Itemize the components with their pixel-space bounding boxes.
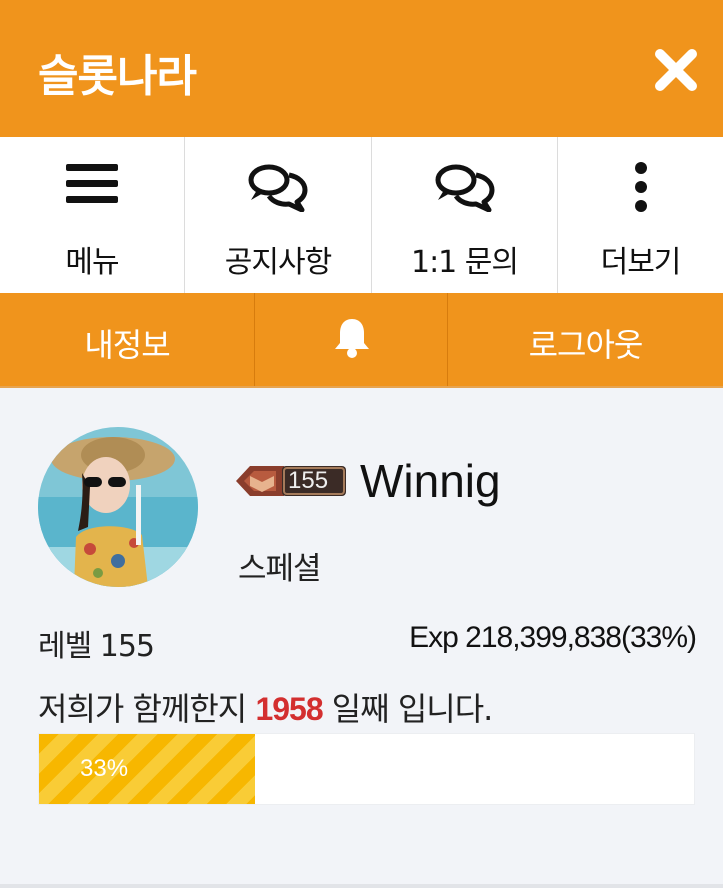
level-badge-number: 155 [288, 467, 329, 494]
divider [0, 884, 723, 888]
level-badge: 155 [236, 462, 348, 500]
bell-icon [333, 317, 371, 363]
app-header: 슬롯나라 [0, 0, 723, 137]
exp-progress-fill [39, 734, 256, 804]
days-prefix: 저희가 함께한지 [38, 690, 256, 728]
exp-text: Exp 218,399,838(33%) [409, 621, 697, 654]
account-action-bar: 내정보 로그아웃 [0, 293, 723, 386]
my-info-button[interactable]: 내정보 [0, 293, 255, 386]
avatar[interactable] [38, 427, 198, 587]
exp-progress-bar: 33% [38, 733, 695, 805]
logout-button[interactable]: 로그아웃 [448, 293, 723, 386]
hamburger-menu-icon [66, 162, 118, 210]
nav-item-label: 공지사항 [224, 245, 332, 280]
days-together-text: 저희가 함께한지 1958 일째 입니다. [38, 684, 494, 730]
nav-item-more[interactable]: 더보기 [558, 137, 723, 293]
level-text: 레벨 155 [38, 629, 155, 664]
quick-nav: 메뉴 공지사항 1:1 문의 더보기 [0, 137, 723, 293]
nav-item-label: 메뉴 [65, 245, 119, 280]
app-title: 슬롯나라 [38, 51, 197, 102]
nav-item-label: 더보기 [600, 245, 682, 280]
username: Winnig [360, 455, 501, 507]
nav-item-notice[interactable]: 공지사항 [185, 137, 372, 293]
days-count: 1958 [255, 691, 323, 727]
chat-bubbles-icon [247, 162, 309, 216]
logout-label: 로그아웃 [528, 326, 644, 364]
close-icon[interactable] [652, 46, 700, 94]
exp-progress-label: 33% [80, 755, 129, 782]
nav-item-menu[interactable]: 메뉴 [0, 137, 185, 293]
rank-label: 스페셜 [238, 551, 322, 587]
nav-item-label: 1:1 문의 [410, 245, 519, 280]
days-suffix: 일째 입니다. [322, 690, 494, 728]
nav-item-inquiry[interactable]: 1:1 문의 [372, 137, 558, 293]
my-info-label: 내정보 [84, 326, 170, 364]
chat-bubbles-icon [434, 162, 496, 216]
notification-button[interactable] [255, 293, 448, 386]
more-vertical-icon [634, 162, 648, 216]
